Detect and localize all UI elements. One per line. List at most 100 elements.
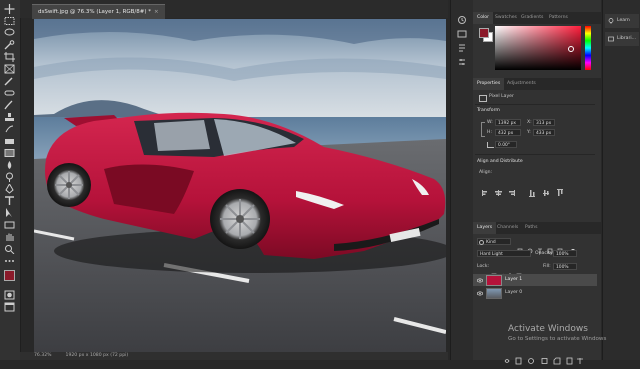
- search-icon: [479, 240, 484, 245]
- lasso-tool-icon[interactable]: [3, 28, 16, 38]
- fill-field[interactable]: 100%: [553, 263, 577, 270]
- path-selection-tool-icon[interactable]: [3, 208, 16, 218]
- angle-icon: [487, 142, 494, 148]
- zoom-tool-icon[interactable]: [3, 244, 16, 254]
- width-field[interactable]: 1392 px: [495, 119, 521, 126]
- visibility-eye-icon[interactable]: [476, 290, 484, 296]
- tab-color[interactable]: Color: [473, 12, 493, 24]
- tab-gradients[interactable]: Gradients: [517, 12, 547, 24]
- pen-tool-icon[interactable]: [3, 184, 16, 194]
- layer-thumbnail: [486, 288, 502, 299]
- x-position-field[interactable]: 313 px: [533, 119, 555, 126]
- screen-mode-icon[interactable]: [3, 302, 16, 312]
- opacity-label: Opacity:: [535, 251, 554, 256]
- learn-label: Learn: [617, 18, 630, 23]
- fill-label: Fill:: [543, 264, 551, 269]
- document-tab-title: dsSwift.jpg @ 76.3% (Layer 1, RGB/8#) *: [38, 9, 152, 15]
- document-tab[interactable]: dsSwift.jpg @ 76.3% (Layer 1, RGB/8#) * ×: [32, 4, 165, 19]
- right-panels: Color Swatches Gradients Patterns Proper…: [473, 0, 601, 365]
- link-icon[interactable]: [481, 122, 485, 137]
- align-section-title[interactable]: Align and Distribute: [477, 159, 523, 164]
- tools-panel: [0, 0, 21, 360]
- frame-tool-icon[interactable]: [3, 64, 16, 74]
- move-tool-icon[interactable]: [3, 4, 16, 14]
- libraries-icon: [608, 35, 614, 41]
- layer-row-layer-1[interactable]: Layer 1: [473, 274, 597, 286]
- tab-patterns[interactable]: Patterns: [545, 12, 572, 24]
- layer-name[interactable]: Layer 0: [505, 287, 522, 299]
- type-tool-icon[interactable]: [3, 196, 16, 206]
- color-field[interactable]: [495, 26, 581, 70]
- document-canvas[interactable]: [34, 19, 446, 352]
- close-tab-icon[interactable]: ×: [154, 9, 159, 15]
- height-label: H:: [487, 130, 493, 135]
- angle-field[interactable]: 0.00°: [495, 141, 517, 148]
- healing-brush-tool-icon[interactable]: [3, 88, 16, 98]
- hue-slider[interactable]: [585, 26, 591, 70]
- eyedropper-tool-icon[interactable]: [3, 76, 16, 86]
- quick-mask-icon[interactable]: [3, 290, 16, 300]
- hand-tool-icon[interactable]: [3, 232, 16, 242]
- blend-mode-select[interactable]: Hard Light: [477, 250, 531, 257]
- quick-selection-tool-icon[interactable]: [3, 40, 16, 50]
- layer-name[interactable]: Layer 1: [505, 274, 522, 286]
- libraries-label: Librari...: [617, 36, 637, 41]
- rectangle-tool-icon[interactable]: [3, 220, 16, 230]
- color-panel-tabs: Color Swatches Gradients Patterns: [473, 12, 601, 24]
- layer-filter-label: Kind: [486, 240, 496, 245]
- eraser-tool-icon[interactable]: [3, 136, 16, 146]
- layer-row-layer-0[interactable]: Layer 0: [473, 287, 597, 299]
- align-buttons: [481, 182, 581, 197]
- dodge-tool-icon[interactable]: [3, 172, 16, 182]
- collapsed-panels-column: Learn Librari...: [602, 0, 640, 360]
- opacity-field[interactable]: 100%: [553, 250, 577, 257]
- activate-windows-subtitle: Go to Settings to activate Windows: [508, 336, 607, 342]
- layers-panel-tabs: Layers Channels Paths: [473, 222, 601, 234]
- gradient-tool-icon[interactable]: [3, 148, 16, 158]
- layer-thumbnail: [486, 275, 502, 286]
- divider: [475, 154, 595, 155]
- color-picker-handle[interactable]: [568, 46, 574, 52]
- crop-tool-icon[interactable]: [3, 52, 16, 62]
- x-label: X:: [527, 120, 532, 125]
- brush-tool-icon[interactable]: [3, 100, 16, 110]
- layer-kind-label: Pixel Layer: [489, 94, 514, 99]
- paragraph-panel-icon[interactable]: [457, 38, 467, 52]
- adjust-panel-icon[interactable]: [457, 52, 467, 65]
- tab-properties[interactable]: Properties: [473, 78, 505, 90]
- learn-panel-button[interactable]: Learn: [605, 14, 639, 28]
- car-photo: [34, 19, 446, 352]
- more-tools-icon[interactable]: [3, 256, 16, 266]
- history-brush-tool-icon[interactable]: [3, 124, 16, 134]
- clone-stamp-tool-icon[interactable]: [3, 112, 16, 122]
- transform-section-title[interactable]: Transform: [477, 108, 500, 113]
- lock-icons[interactable]: [491, 264, 531, 279]
- marquee-tool-icon[interactable]: [3, 16, 16, 26]
- lock-label: Lock:: [477, 264, 490, 269]
- lightbulb-icon: [608, 17, 614, 23]
- foreground-color-chip[interactable]: [479, 28, 489, 38]
- align-label: Align:: [479, 170, 493, 175]
- history-panel-icon[interactable]: [457, 10, 467, 24]
- brush-settings-icon[interactable]: [457, 24, 467, 38]
- tab-paths[interactable]: Paths: [521, 222, 542, 234]
- tab-channels[interactable]: Channels: [493, 222, 522, 234]
- height-field[interactable]: 432 px: [495, 129, 521, 136]
- zoom-level[interactable]: 76.32%: [34, 353, 52, 358]
- pixel-layer-icon: [479, 95, 487, 102]
- activate-windows-title: Activate Windows: [508, 324, 588, 334]
- width-label: W:: [487, 120, 493, 125]
- blur-tool-icon[interactable]: [3, 160, 16, 170]
- libraries-panel-button[interactable]: Librari...: [605, 32, 639, 46]
- status-bar: 76.32% 1920 px x 1080 px (72 ppi): [20, 352, 448, 360]
- visibility-eye-icon[interactable]: [476, 277, 484, 283]
- layers-footer-buttons: [503, 350, 593, 365]
- tab-adjustments[interactable]: Adjustments: [503, 78, 540, 90]
- foreground-color-swatch[interactable]: [4, 270, 15, 281]
- layer-filter-icons: [517, 239, 577, 254]
- panel-dock-icons: [450, 0, 474, 360]
- document-info[interactable]: 1920 px x 1080 px (72 ppi): [66, 353, 129, 358]
- y-label: Y:: [527, 130, 531, 135]
- y-position-field[interactable]: 433 px: [533, 129, 555, 136]
- properties-panel-tabs: Properties Adjustments: [473, 78, 601, 90]
